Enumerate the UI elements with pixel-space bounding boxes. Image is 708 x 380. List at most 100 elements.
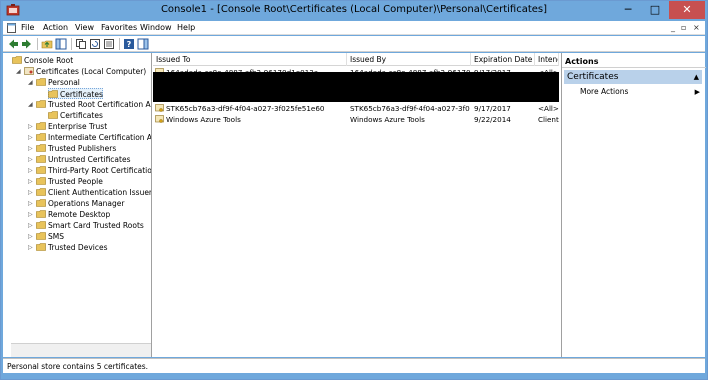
tree-item-label: Third-Party Root Certification A xyxy=(48,166,152,175)
cell-intended-purposes: Client xyxy=(538,115,559,124)
help-icon[interactable]: ? xyxy=(123,38,135,50)
child-restore-button[interactable]: ▫ xyxy=(681,22,686,34)
folder-icon xyxy=(36,232,46,240)
redacted-rows xyxy=(153,72,559,102)
folder-icon xyxy=(36,188,46,196)
table-row[interactable]: STK65cb76a3-df9f-4f04-a027-3f025fe51e60 … xyxy=(153,103,559,114)
folder-icon xyxy=(48,111,58,119)
toolbar-separator xyxy=(71,38,72,50)
export-list-icon[interactable] xyxy=(103,38,115,50)
menu-action[interactable]: Action xyxy=(43,22,68,34)
column-header-issued-to[interactable]: Issued To xyxy=(153,53,347,66)
certificate-icon xyxy=(155,104,164,112)
folder-icon xyxy=(36,166,46,174)
actions-section-label: Certificates xyxy=(567,72,619,82)
collapsed-triangle-icon[interactable]: ▷ xyxy=(28,187,36,198)
folder-icon xyxy=(36,210,46,218)
actions-header: Actions xyxy=(562,55,706,68)
cell-issued-to: STK65cb76a3-df9f-4f04-a027-3f025fe51e60 xyxy=(166,104,325,113)
title-bar[interactable]: Console1 - [Console Root\Certificates (L… xyxy=(1,1,707,21)
cell-expiration-date: 9/22/2014 xyxy=(474,115,511,124)
collapsed-triangle-icon[interactable]: ▷ xyxy=(28,242,36,253)
certificate-list[interactable]: Issued To Issued By Expiration Date Inte… xyxy=(153,53,559,357)
tree-item-label: Personal xyxy=(48,78,80,87)
tree-item-label: Certificates xyxy=(60,111,103,120)
certificate-icon xyxy=(155,115,164,123)
refresh-icon[interactable] xyxy=(89,38,101,50)
menu-view[interactable]: View xyxy=(75,22,94,34)
folder-icon xyxy=(36,221,46,229)
collapsed-triangle-icon[interactable]: ▷ xyxy=(28,132,36,143)
menu-favorites[interactable]: Favorites xyxy=(101,22,137,34)
expanded-triangle-icon[interactable]: ◢ xyxy=(28,99,36,110)
more-actions-item[interactable]: More Actions ▶ xyxy=(580,86,702,98)
collapsed-triangle-icon[interactable]: ▷ xyxy=(28,176,36,187)
show-hide-action-pane-icon[interactable] xyxy=(137,38,149,50)
certificates-snapin-icon xyxy=(24,67,34,75)
collapse-icon[interactable]: ▲ xyxy=(694,70,699,84)
forward-icon[interactable] xyxy=(21,38,33,50)
tree-item-label: Trusted Devices xyxy=(48,243,108,252)
cell-issued-to: Windows Azure Tools xyxy=(166,115,241,124)
tree-horizontal-scrollbar[interactable] xyxy=(11,343,151,357)
close-button[interactable]: ✕ xyxy=(669,1,705,19)
copy-icon[interactable] xyxy=(75,38,87,50)
status-text: Personal store contains 5 certificates. xyxy=(7,362,149,371)
collapsed-triangle-icon[interactable]: ▷ xyxy=(28,165,36,176)
collapsed-triangle-icon[interactable]: ▷ xyxy=(28,121,36,132)
collapsed-triangle-icon[interactable]: ▷ xyxy=(28,143,36,154)
folder-icon xyxy=(36,155,46,163)
menu-help[interactable]: Help xyxy=(177,22,195,34)
child-minimize-button[interactable]: _ xyxy=(671,22,675,34)
tree-item-label: Certificates (Local Computer) xyxy=(36,67,147,76)
document-icon[interactable] xyxy=(7,23,16,33)
column-header-issued-by[interactable]: Issued By xyxy=(347,53,471,66)
tree-item-label: Enterprise Trust xyxy=(48,122,108,131)
menu-file[interactable]: File xyxy=(21,22,34,34)
collapsed-triangle-icon[interactable]: ▷ xyxy=(28,220,36,231)
child-close-button[interactable]: × xyxy=(693,22,700,34)
collapsed-triangle-icon[interactable]: ▷ xyxy=(28,231,36,242)
tree-item-label: Client Authentication Issuers xyxy=(48,188,152,197)
collapsed-triangle-icon[interactable]: ▷ xyxy=(28,154,36,165)
tree-item-personal-certificates[interactable]: Certificates xyxy=(48,88,103,99)
more-actions-label: More Actions xyxy=(580,87,629,96)
expanded-triangle-icon[interactable]: ◢ xyxy=(28,77,36,88)
toolbar: ? xyxy=(3,36,705,52)
folder-icon xyxy=(36,133,46,141)
actions-section-certificates[interactable]: Certificates ▲ xyxy=(564,70,702,84)
submenu-arrow-icon: ▶ xyxy=(694,88,700,96)
column-header-intended-purposes[interactable]: Intend xyxy=(535,53,559,66)
tree-item-label: Operations Manager xyxy=(48,199,125,208)
tree-item-label: Trusted Publishers xyxy=(48,144,117,153)
tree-item-label: Intermediate Certification Auth xyxy=(48,133,152,142)
menu-bar: File Action View Favorites Window Help _… xyxy=(3,21,705,35)
folder-icon xyxy=(12,56,22,64)
column-header-expiration-date[interactable]: Expiration Date xyxy=(471,53,535,66)
toolbar-separator xyxy=(119,38,120,50)
expanded-triangle-icon[interactable]: ◢ xyxy=(16,66,24,77)
svg-text:?: ? xyxy=(127,40,132,49)
toolbar-separator xyxy=(37,38,38,50)
folder-icon xyxy=(36,177,46,185)
tree-item-label: SMS xyxy=(48,232,64,241)
folder-icon xyxy=(36,243,46,251)
cell-intended-purposes: <All> xyxy=(538,104,559,113)
mmc-window: Console1 - [Console Root\Certificates (L… xyxy=(0,0,708,380)
back-icon[interactable] xyxy=(7,38,19,50)
status-bar: Personal store contains 5 certificates. xyxy=(3,358,705,373)
tree-item-label: Trusted People xyxy=(48,177,103,186)
tree-item-label: Untrusted Certificates xyxy=(48,155,131,164)
cell-issued-by: Windows Azure Tools xyxy=(350,115,425,124)
show-hide-tree-icon[interactable] xyxy=(55,38,67,50)
console-tree[interactable]: Console Root ◢ Certificates (Local Compu… xyxy=(7,53,152,357)
folder-icon xyxy=(36,199,46,207)
menu-window[interactable]: Window xyxy=(140,22,172,34)
collapsed-triangle-icon[interactable]: ▷ xyxy=(28,198,36,209)
collapsed-triangle-icon[interactable]: ▷ xyxy=(28,209,36,220)
table-row[interactable]: Windows Azure Tools Windows Azure Tools … xyxy=(153,114,559,125)
minimize-button[interactable]: ─ xyxy=(615,1,641,19)
actions-pane: Actions Certificates ▲ More Actions ▶ xyxy=(561,53,706,357)
up-folder-icon[interactable] xyxy=(41,38,53,50)
maximize-button[interactable]: □ xyxy=(642,1,668,19)
